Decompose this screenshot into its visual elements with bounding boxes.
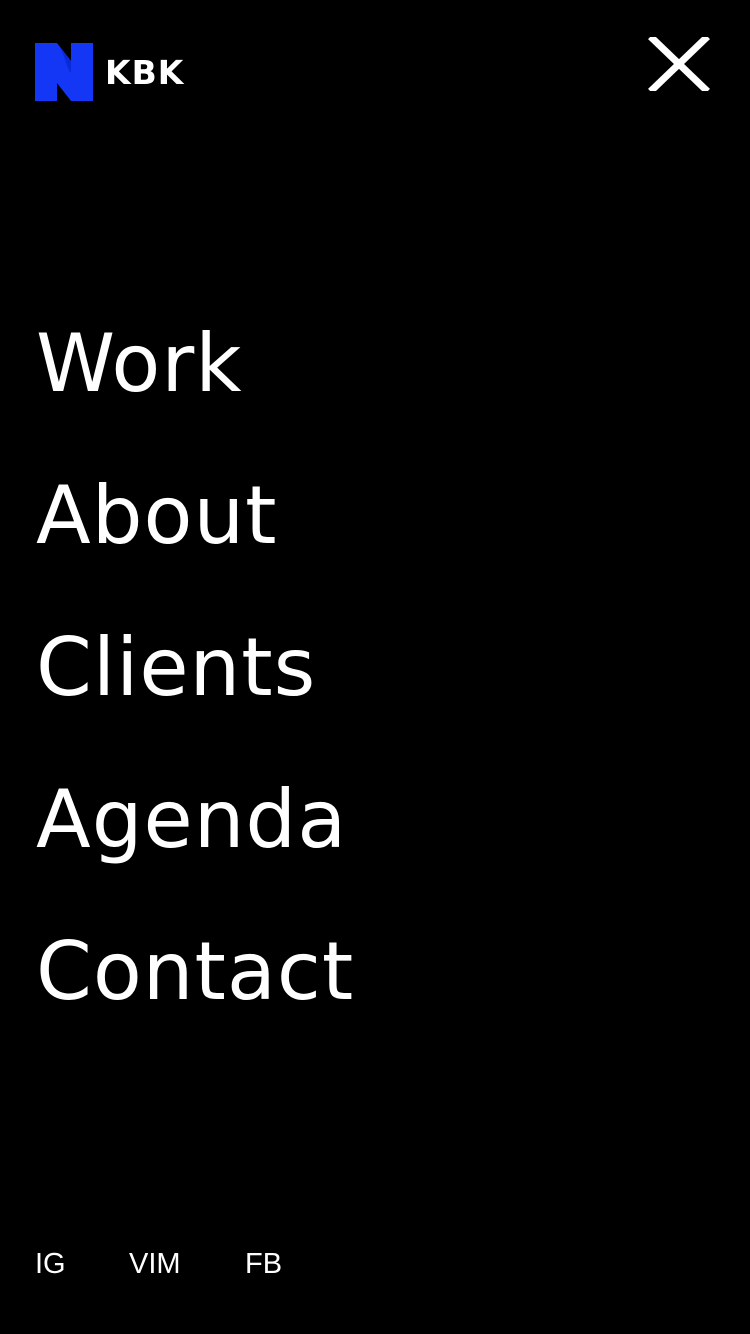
nav-link-clients[interactable]: Clients (36, 622, 316, 714)
social-link-vimeo[interactable]: VIM (129, 1244, 245, 1284)
site-header: KBK (0, 0, 750, 140)
nav-item-agenda: Agenda (36, 774, 354, 926)
social-link-instagram[interactable]: IG (35, 1244, 129, 1284)
nav-item-work: Work (36, 318, 354, 470)
nav-link-contact[interactable]: Contact (36, 926, 354, 1018)
nav-item-contact: Contact (36, 926, 354, 1078)
close-icon (648, 37, 710, 91)
logo-link[interactable]: KBK (35, 42, 184, 102)
nav-link-about[interactable]: About (36, 470, 278, 562)
brand-n-mark-icon (35, 43, 93, 101)
nav-item-clients: Clients (36, 622, 354, 774)
nav-item-about: About (36, 470, 354, 622)
social-link-facebook[interactable]: FB (245, 1244, 305, 1284)
nav-link-agenda[interactable]: Agenda (36, 774, 347, 866)
nav-link-work[interactable]: Work (36, 318, 243, 410)
close-menu-button[interactable] (644, 34, 714, 94)
brand-name: KBK (105, 52, 185, 92)
social-links: IG VIM FB (35, 1244, 305, 1284)
main-navigation: Work About Clients Agenda Contact (36, 318, 354, 1078)
